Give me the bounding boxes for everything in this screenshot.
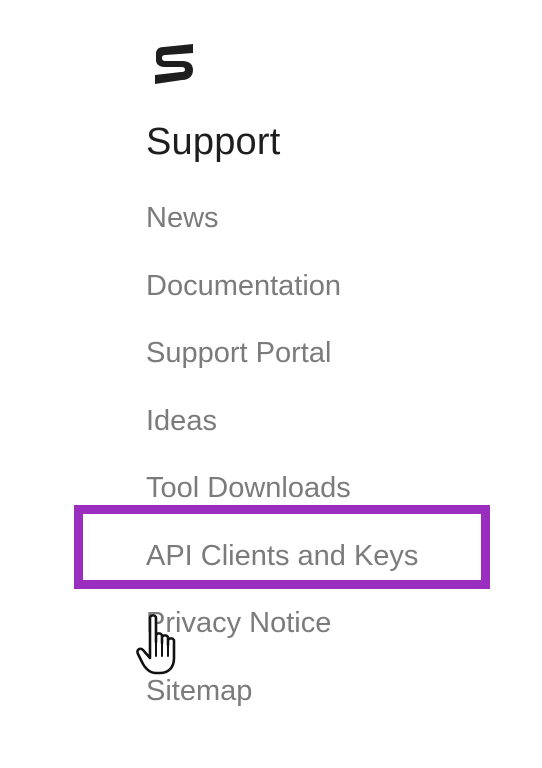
list-item: Ideas: [146, 401, 418, 469]
list-item: Support Portal: [146, 333, 418, 401]
highlight-box: [74, 505, 490, 589]
link-tool-downloads[interactable]: Tool Downloads: [146, 468, 351, 508]
link-news[interactable]: News: [146, 198, 219, 238]
link-support-portal[interactable]: Support Portal: [146, 333, 331, 373]
list-item: Documentation: [146, 266, 418, 334]
link-ideas[interactable]: Ideas: [146, 401, 217, 441]
section-title: Support: [146, 121, 281, 163]
list-item: Sitemap: [146, 671, 418, 739]
link-documentation[interactable]: Documentation: [146, 266, 341, 306]
list-item: News: [146, 198, 418, 266]
brand-logo-icon[interactable]: [150, 40, 198, 88]
hand-pointer-icon: [136, 614, 176, 675]
